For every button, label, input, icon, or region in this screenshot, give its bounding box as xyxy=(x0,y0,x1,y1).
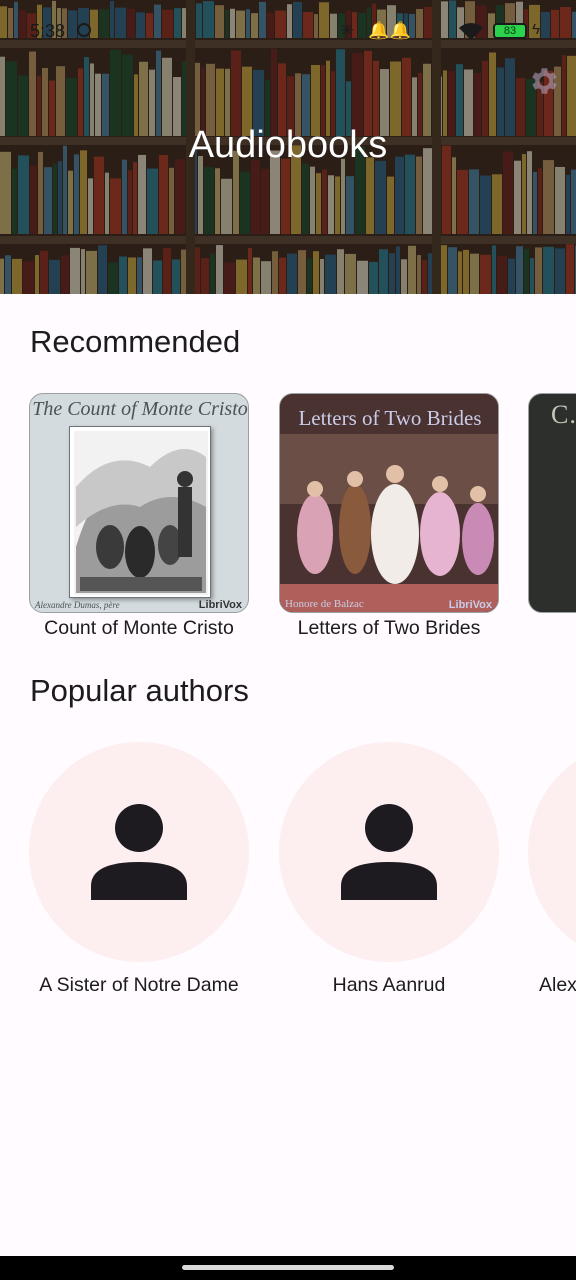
audiobooks-screen: 5:38 ✳ 🔔🔔 83 ϟ Audiobooks Recommended Th… xyxy=(0,0,576,1280)
status-bar: 5:38 ✳ 🔔🔔 83 ϟ xyxy=(0,0,576,60)
person-icon xyxy=(91,804,187,900)
avatar[interactable] xyxy=(29,742,249,962)
person-icon xyxy=(341,804,437,900)
wifi-icon xyxy=(459,23,483,40)
cover-title: The Count of Monte Cristo xyxy=(32,398,248,420)
author-name: A Sister of Notre Dame xyxy=(39,974,239,996)
cover-author: Honore de Balzac xyxy=(285,598,364,610)
book-card-partial[interactable]: C… Bl… xyxy=(528,393,576,617)
recommended-list[interactable]: The Count of Monte Cristo Alexandre Duma… xyxy=(0,393,576,643)
book-cover[interactable]: Letters of Two Brides Honore de Balzac L… xyxy=(279,393,499,613)
book-title: Count of Monte Cristo xyxy=(44,617,234,639)
book-cover[interactable]: C… Bl… xyxy=(528,393,576,613)
avatar[interactable] xyxy=(528,742,576,962)
cover-illustration xyxy=(69,426,211,598)
book-card-letters-two-brides[interactable]: Letters of Two Brides Honore de Balzac L… xyxy=(279,393,499,640)
popular-authors-heading: Popular authors xyxy=(30,673,249,708)
book-card-monte-cristo[interactable]: The Count of Monte Cristo Alexandre Duma… xyxy=(29,393,249,640)
status-time: 5:38 xyxy=(30,21,66,41)
cover-brand: LibriVox xyxy=(448,599,492,611)
gear-icon[interactable] xyxy=(526,64,560,98)
header-banner: 5:38 ✳ 🔔🔔 83 ϟ Audiobooks xyxy=(0,0,576,294)
cover-title: C… Bl… xyxy=(551,400,576,429)
status-icons-text: ✳ 🔔🔔 xyxy=(340,21,411,40)
author-card[interactable]: Hans Aanrud xyxy=(279,742,499,997)
author-name: Hans Aanrud xyxy=(332,974,446,996)
home-gesture-handle[interactable] xyxy=(182,1265,394,1270)
book-title: Letters of Two Brides xyxy=(297,617,481,639)
page-title: Audiobooks xyxy=(188,124,388,166)
battery-icon: 83 xyxy=(493,23,527,39)
author-name: Alex xyxy=(539,974,576,996)
navigation-bar xyxy=(0,1256,576,1280)
sync-icon xyxy=(77,23,91,37)
recommended-heading: Recommended xyxy=(30,324,241,359)
cover-title: Letters of Two Brides xyxy=(298,406,482,430)
cover-author: Alexandre Dumas, père xyxy=(35,600,120,610)
authors-list[interactable]: A Sister of Notre Dame Hans Aanrud Alex xyxy=(0,742,576,1002)
author-card[interactable]: Alex xyxy=(528,742,576,997)
book-cover[interactable]: The Count of Monte Cristo Alexandre Duma… xyxy=(29,393,249,613)
charging-icon: ϟ xyxy=(532,21,540,38)
avatar[interactable] xyxy=(279,742,499,962)
cover-brand: LibriVox xyxy=(198,599,242,611)
author-card[interactable]: A Sister of Notre Dame xyxy=(29,742,249,997)
